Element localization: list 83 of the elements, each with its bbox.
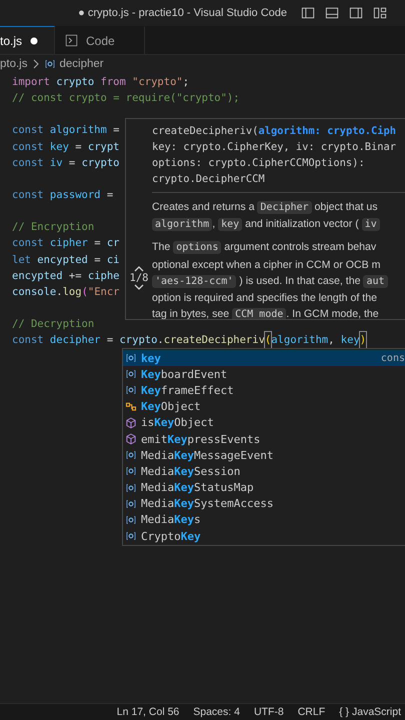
variable-icon bbox=[44, 59, 56, 69]
suggestion-label: MediaKeyMessageEvent bbox=[141, 448, 274, 462]
variable-icon bbox=[125, 482, 137, 493]
code-line: console.log("Encr bbox=[12, 284, 120, 300]
code-line: // const crypto = require("crypto"); bbox=[12, 91, 240, 106]
doc-line: optional except when a cipher in CCM or OCB m bbox=[152, 258, 382, 273]
modified-dot-icon bbox=[30, 36, 38, 44]
sidebar-toggle-icon bbox=[301, 6, 315, 20]
code-line: import crypto from "crypto"; bbox=[12, 75, 190, 90]
terminal-icon bbox=[65, 34, 78, 47]
signature-line: key: crypto.CipherKey, iv: crypto.Binar bbox=[152, 140, 397, 155]
suggestion-detail: cons bbox=[380, 352, 405, 364]
suggestion-item[interactable]: key cons bbox=[123, 350, 405, 366]
window-title: ● crypto.js - practie10 - Visual Studio Code bbox=[78, 7, 287, 19]
code-line: const key = crypt bbox=[12, 140, 120, 155]
class-icon bbox=[125, 400, 137, 413]
breadcrumb-symbol[interactable]: decipher bbox=[60, 58, 104, 70]
suggestion-item[interactable]: KeyframeEffect bbox=[123, 382, 405, 399]
suggestion-item[interactable]: MediaKeyMessageEvent bbox=[123, 447, 405, 464]
suggestion-label: MediaKeys bbox=[141, 513, 202, 526]
suggestion-label: KeyboardEvent bbox=[141, 368, 228, 381]
doc-line: algorithm , key and initialization vector ( iv bbox=[152, 216, 405, 234]
suggestion-label: MediaKeyStatusMap bbox=[141, 481, 255, 494]
cube-icon bbox=[125, 416, 137, 429]
code-line: const password = bbox=[12, 188, 114, 203]
doc-line: 'aes-128-ccm' ) is used. In that case, the aut bbox=[152, 272, 405, 290]
panel-toggle-icon bbox=[325, 6, 339, 20]
code-line: const algorithm = bbox=[12, 123, 120, 138]
status-item[interactable]: Spaces: 4 bbox=[193, 706, 240, 718]
status-item[interactable]: Ln 17, Col 56 bbox=[116, 706, 180, 718]
chevron-up-icon bbox=[134, 265, 144, 272]
suggestion-label: KeyframeEffect bbox=[141, 384, 235, 397]
tab-label: Code bbox=[86, 34, 115, 48]
breadcrumb-file[interactable]: pto.js bbox=[0, 58, 28, 70]
code-line: let encypted = ci bbox=[12, 252, 120, 268]
tab-label: to.js bbox=[0, 34, 22, 48]
chevron-icon bbox=[32, 59, 40, 69]
suggestion-item[interactable]: emitKeypressEvents bbox=[123, 430, 405, 448]
doc-line: option is required and specifies the length of the bbox=[152, 291, 378, 306]
suggestion-item[interactable]: MediaKeys bbox=[123, 512, 405, 528]
code-line: // Encryption bbox=[12, 220, 94, 236]
cube-icon bbox=[125, 433, 137, 446]
suggestion-item[interactable]: isKeyObject bbox=[123, 414, 405, 431]
doc-line: Creates and returns a Decipher object that us bbox=[152, 200, 379, 216]
status-item[interactable]: CRLF bbox=[298, 706, 326, 718]
layout-icon bbox=[373, 6, 387, 20]
suggestion-label: KeyObject bbox=[141, 400, 202, 414]
suggestion-item[interactable]: MediaKeyStatusMap bbox=[123, 480, 405, 496]
doc-line: The options argument controls stream behav bbox=[152, 240, 378, 256]
signature-line: options: crypto.CipherCCMOptions): bbox=[152, 156, 366, 171]
code-line: const iv = crypto bbox=[12, 156, 120, 171]
doc-line: tag in bytes, see CCM mode . In GCM mode, the bbox=[152, 307, 380, 319]
suggestion-label: MediaKeySystemAccess bbox=[141, 497, 274, 510]
code-line: encypted += ciphe bbox=[12, 268, 120, 284]
variable-icon bbox=[125, 514, 137, 525]
overload-counter: 1/8 bbox=[130, 272, 148, 284]
status-item[interactable]: UTF-8 bbox=[254, 706, 284, 718]
suggestion-label: CryptoKey bbox=[141, 530, 202, 543]
suggestion-item[interactable]: KeyObject bbox=[123, 398, 405, 415]
chevron-down-icon bbox=[134, 284, 144, 291]
suggestion-label: emitKeypressEvents bbox=[141, 432, 262, 446]
variable-icon bbox=[125, 369, 137, 380]
signature-line: createDecipheriv(algorithm: crypto.Ciph bbox=[152, 124, 397, 139]
variable-icon bbox=[125, 498, 137, 509]
suggestion-item[interactable]: MediaKeySystemAccess bbox=[123, 496, 405, 512]
suggestion-label: isKeyObject bbox=[141, 416, 215, 430]
status-item[interactable]: { } JavaScript bbox=[339, 706, 401, 718]
suggestion-label: key bbox=[141, 352, 162, 365]
suggestion-item[interactable]: MediaKeySession bbox=[123, 463, 405, 480]
editor-tab[interactable]: to.js bbox=[0, 26, 55, 54]
code-line: const decipher = crypto.createDecipheriv(algorithm, key) bbox=[12, 332, 366, 348]
variable-icon bbox=[125, 531, 137, 542]
variable-icon bbox=[125, 450, 137, 460]
signature-line: crypto.DecipherCCM bbox=[152, 172, 266, 187]
code-line: const cipher = cr bbox=[12, 236, 120, 252]
suggestion-label: MediaKeySession bbox=[141, 464, 242, 478]
split-layout-icon bbox=[349, 6, 363, 20]
suggestion-item[interactable]: CryptoKey bbox=[123, 528, 405, 544]
code-line: // Decryption bbox=[12, 317, 94, 332]
suggestion-item[interactable]: KeyboardEvent bbox=[123, 366, 405, 382]
variable-icon bbox=[125, 466, 137, 476]
variable-icon bbox=[125, 385, 137, 396]
variable-icon bbox=[125, 353, 137, 364]
